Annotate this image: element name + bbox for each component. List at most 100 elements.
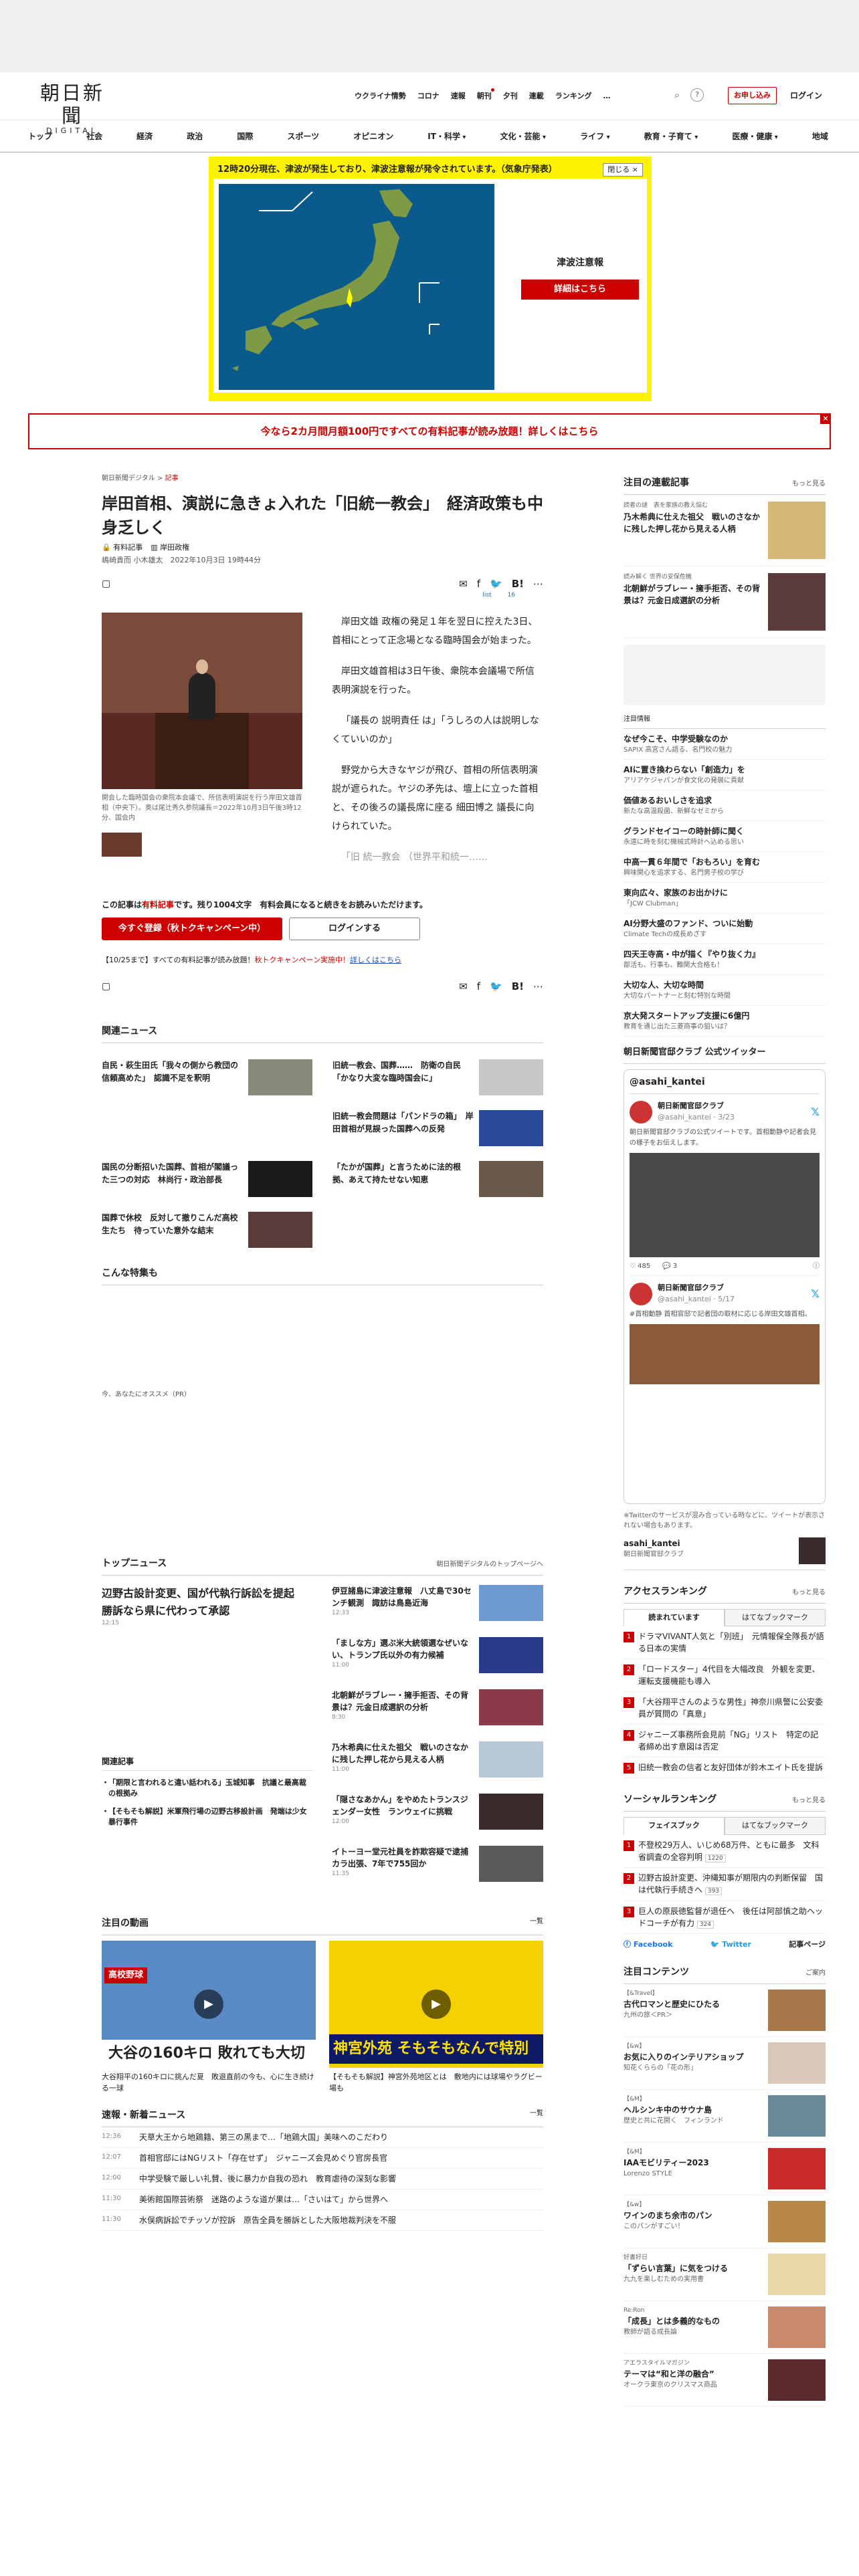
campaign-banner[interactable]: 今なら2カ月間月額100円ですべての有料記事が読み放題！詳しくはこちら × [28, 413, 831, 449]
pick-item[interactable]: AI分野大盛のファンド、ついに始動 Climate Techの成長めざす [624, 914, 826, 944]
flash-item[interactable]: 12:00 中学受験で厳しい礼賛、後に暴力か自我の恐れ 教育虐待の深刻な影響 [102, 2169, 543, 2189]
search-icon[interactable]: ⌕ [670, 88, 684, 102]
tab-hatena[interactable]: はてなブックマーク [725, 1608, 826, 1626]
ranking-item[interactable]: 1 ドラマVIVANT人気と「別班」 元情報保全隊長が語る日本の実情 [624, 1626, 826, 1659]
breadcrumb-category[interactable]: 記事 [165, 475, 179, 482]
series-more-link[interactable]: もっと見る [792, 479, 826, 489]
related-item[interactable]: 旧統一教会問題は「パンドラの箱」 岸田首相が見誤った国葬への反発 [332, 1110, 543, 1146]
bookmark-icon[interactable]: ▢ [102, 980, 110, 994]
facebook-link[interactable]: ⓕ Facebook [624, 1939, 672, 1951]
more-icon[interactable]: ⋯ [533, 979, 543, 994]
related-item[interactable]: 国民の分断招いた国葬、首相が閣議った三つの対応 林尚行・政治部長 [102, 1161, 312, 1197]
pick-item[interactable]: 京大発スタートアップ支援に6億円 教育を通じ出た三菱商事の狙いは？ [624, 1006, 826, 1037]
nav-evening[interactable]: 夕刊 [503, 91, 518, 102]
tsunami-close-button[interactable]: 閉じる × [603, 163, 643, 177]
top-news-item[interactable]: 乃木希典に仕えた祖父 戦いのさなかに残した押し花から見える人柄 11:00 [332, 1741, 543, 1783]
content-item[interactable]: Re:Ron 「成長」とは多義的なもの 教師が語る成長論 [624, 2301, 826, 2354]
related-item[interactable]: 旧統一教会、国葬…… 防衛の自民「かなり大変な臨時国会に」 [332, 1059, 543, 1095]
top-news-related-item[interactable]: 「期限と言われると違い話われる」玉城知事 抗議と最高裁の根拠み [102, 1778, 313, 1800]
tweet-image[interactable] [630, 1152, 820, 1257]
nav-series[interactable]: 連載 [529, 91, 544, 102]
x-logo-icon[interactable]: 𝕏 [811, 1104, 820, 1120]
twitter-icon[interactable]: 🐦 [490, 979, 502, 994]
photo-thumbnail[interactable] [102, 832, 142, 857]
top-news-item[interactable]: 「ましな方」選ぶ米大統領選なぜいない、トランプ氏以外の有力候補 11:00 [332, 1637, 543, 1679]
ranking-item[interactable]: 5 旧統一教会の信者と友好団体が鈴木エイト氏を提訴 [624, 1757, 826, 1778]
paywall-login-button[interactable]: ログインする [289, 917, 420, 940]
twitter-icon[interactable]: 🐦 [490, 576, 502, 592]
info-icon[interactable]: ⓘ [813, 1261, 820, 1271]
pick-item[interactable]: 四天王寺高・中が描く『やり抜く力』 部活も、行事も、難関大合格も！ [624, 944, 826, 975]
content-item[interactable]: 【&w】 ワインのまち余市のパン このパンがすごい！ [624, 2195, 826, 2248]
nav-more[interactable]: … [603, 91, 610, 102]
social-item[interactable]: 3 巨人の原辰徳監督が退任へ 後任は阿部慎之助ヘッドコーチが有力 324 [624, 1901, 826, 1934]
campaign-close-icon[interactable]: × [820, 413, 831, 424]
twitter-link[interactable]: 🐦 Twitter [710, 1939, 751, 1951]
top-news-item[interactable]: イトーヨー堂元社員を詐欺容疑で逮捕 カラ出張、7年で755回か 11:35 [332, 1846, 543, 1887]
series-item[interactable]: 読み解く 世界の安保危機 北朝鮮がラブレー・擁手拒否、その背景は？元金日成選訳の分… [624, 566, 826, 638]
pick-item[interactable]: 東向広々、家族のお出かけに 「JCW Clubman」 [624, 883, 826, 914]
top-news-lead[interactable]: 辺野古設計変更、国が代執行訴訟を提起 勝訴なら県に代わって承認 [102, 1587, 305, 1617]
nav-ukraine[interactable]: ウクライナ情勢 [355, 91, 406, 102]
campaign-detail-link[interactable]: 詳しくはこちら [350, 956, 401, 964]
top-news-item[interactable]: 北朝鮮がラブレー・擁手拒否、その背景は？元金日成選訳の分析 8:30 [332, 1689, 543, 1731]
pick-item[interactable]: 価値あるおいしさを追求 新たな高温殺菌、新鮮なゼミから [624, 790, 826, 821]
cat-health[interactable]: 医療・健康 [732, 130, 778, 142]
cat-it-science[interactable]: IT・科学 [427, 130, 466, 142]
top-news-more-link[interactable]: 朝日新聞デジタルのトップページへ [436, 1560, 543, 1570]
top-news-item[interactable]: 伊豆諸島に津波注意報 八丈島で30センチ観測 諏訪は鳥島近海 12:33 [332, 1585, 543, 1626]
pick-item[interactable]: 大切な人、大切な時間 大切なパートナーと刻む特別な時間 [624, 975, 826, 1006]
top-news-item[interactable]: 「隠さなあかん」をやめたトランスジェンダー女性 ランウェイに挑戦 12:00 [332, 1794, 543, 1835]
share-list-link[interactable]: list [482, 591, 491, 601]
flash-item[interactable]: 11:30 美術館国際芸術祭 迷路のような道が果は…「さいはて」から世界へ [102, 2189, 543, 2210]
social-item[interactable]: 2 辺野古設計変更、沖縄知事が期限内の判断保留 国は代執行手続きへ 393 [624, 1868, 826, 1901]
site-logo[interactable]: 朝日新聞 DIGITAL [30, 82, 114, 135]
content-item[interactable]: 好書好日 「ずらい言葉」に気をつける 九九を楽しむための実用書 [624, 2248, 826, 2301]
tsunami-detail-button[interactable]: 詳細はこちら [521, 280, 639, 300]
play-icon[interactable]: ▶ [421, 1990, 451, 2019]
flash-item[interactable]: 11:30 水俣病訴訟でチッソが控訴 原告全員を勝訴とした大阪地裁判決を不服 [102, 2210, 543, 2231]
article-photo[interactable] [102, 612, 302, 789]
video-card[interactable]: ▶ 神宮外苑 そもそもなんで特別な場所なの？ 【そもそも解説】神宮外苑地区とは … [329, 1941, 543, 2094]
nav-breaking[interactable]: 速報 [451, 91, 466, 102]
related-item[interactable]: 国葬で休校 反対して撤りこんだ高校生たち 待っていた意外な結末 [102, 1212, 312, 1248]
tweet[interactable]: 朝日新聞官邸クラブ @asahi_kantei · 3/23 𝕏 朝日新聞官邸クラ… [630, 1100, 820, 1276]
tweet[interactable]: 朝日新聞官邸クラブ @asahi_kantei · 5/17 𝕏 #首相動静 首相… [630, 1282, 820, 1384]
nav-ranking[interactable]: ランキング [555, 91, 592, 102]
hatena-icon[interactable]: B! [512, 576, 524, 592]
help-icon[interactable]: ? [690, 88, 704, 102]
nav-corona[interactable]: コロナ [417, 91, 440, 102]
content-item[interactable]: 【&M】 ヘルシンキ中のサウナ島 歴史と共に花開く フィンランド [624, 2090, 826, 2143]
bookmark-icon[interactable]: ▢ [102, 577, 110, 591]
content-item[interactable]: 【&w】 お気に入りのインテリアショップ 知花くららの「花の形」 [624, 2037, 826, 2090]
ranking-item[interactable]: 2 「ロードスター」4代目を大幅改良 外観を変更、運転支援機能も導入 [624, 1659, 826, 1692]
top-news-related-item[interactable]: 【そもそも解説】米軍飛行場の辺野古移設計画 発端は少女暴行事件 [102, 1806, 313, 1828]
flash-item[interactable]: 12:07 首相官邸にはNGリスト「存在せず」 ジャニーズ会見めぐり官房長官 [102, 2148, 543, 2169]
hatena-icon[interactable]: B! [512, 979, 524, 994]
pick-item[interactable]: 中高一貫６年間で「おもろい」を育む 興味関心を追求する、名門男子校の学び [624, 852, 826, 883]
flash-more-link[interactable]: 一覧 [530, 2109, 543, 2123]
cat-opinion[interactable]: オピニオン [353, 130, 393, 142]
social-item[interactable]: 1 不登校29万人、いじめ68万件、ともに最多 文科省調査の全容判明 1220 [624, 1835, 826, 1868]
flash-item[interactable]: 12:36 天草大王から地鶏籍、第三の黒まで…「地鶏大国」美味へのこだわり [102, 2127, 543, 2148]
cat-life[interactable]: ライフ [580, 130, 610, 142]
pick-item[interactable]: AIに置き換わらない「創造力」を アリアケジャパンが食文化の発展に貢献 [624, 760, 826, 790]
videos-more-link[interactable]: 一覧 [530, 1917, 543, 1931]
mail-icon[interactable]: ✉ [459, 979, 468, 994]
series-link[interactable]: ▥ 岸田政権 [151, 542, 189, 554]
cat-international[interactable]: 国際 [237, 130, 253, 142]
content-item[interactable]: アエラスタイルマガジン テーマは“和と洋の融合” オークラ東京のクリスマス商品 [624, 2354, 826, 2407]
tsunami-map[interactable] [219, 184, 494, 390]
content-item[interactable]: 【&M】 IAAモビリティー2023 Lorenzo STYLE [624, 2143, 826, 2195]
article-page-link[interactable]: 記事ページ [789, 1939, 826, 1951]
cat-economy[interactable]: 経済 [136, 130, 153, 142]
cat-culture[interactable]: 文化・芸能 [500, 130, 547, 142]
mail-icon[interactable]: ✉ [459, 576, 468, 592]
tab-facebook[interactable]: フェイスブック [624, 1817, 725, 1835]
ranking-more-link[interactable]: もっと見る [792, 1588, 826, 1598]
social-more-link[interactable]: もっと見る [792, 1796, 826, 1806]
nav-morning[interactable]: 朝刊 [477, 88, 494, 102]
content-item[interactable]: 【&Travel】 古代ロマンと歴史にひたる 九州の旅＜PR＞ [624, 1984, 826, 2037]
contents-more-link[interactable]: ご案内 [805, 1968, 826, 1978]
register-button[interactable]: 今すぐ登録（秋トクキャンペーン中） [102, 917, 282, 940]
